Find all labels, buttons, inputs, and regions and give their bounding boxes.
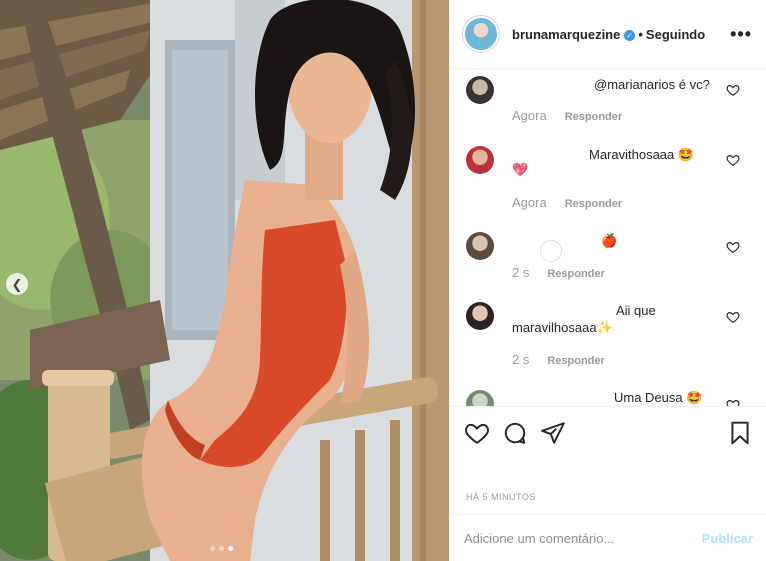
bookmark-icon[interactable] — [727, 420, 753, 446]
author-line: brunamarquezine ✓ • Seguindo — [512, 27, 705, 42]
comments-list[interactable]: @marianarios é vc? Agora Responder Marav… — [450, 70, 766, 406]
comment-like-heart-icon[interactable] — [726, 83, 740, 97]
publish-button[interactable]: Publicar — [702, 531, 753, 546]
author-avatar[interactable] — [463, 16, 499, 52]
comment-time: 2 s — [512, 352, 530, 367]
reply-link[interactable]: Responder — [565, 198, 622, 210]
carousel-indicator — [210, 546, 233, 551]
commenter-avatar[interactable] — [466, 76, 494, 104]
comment-text: Aii que — [616, 303, 656, 318]
commenter-avatar[interactable] — [466, 302, 494, 330]
post-photo[interactable]: ❮ — [0, 0, 449, 561]
carousel-dot — [219, 546, 224, 551]
commenter-avatar[interactable] — [466, 146, 494, 174]
post-side-panel: brunamarquezine ✓ • Seguindo ••• @marianari… — [449, 0, 766, 561]
comment-text: @marianarios é vc? — [594, 77, 710, 92]
comment-meta: 2 s Responder — [512, 352, 605, 367]
comment-meta: Agora Responder — [512, 108, 622, 123]
comment-like-heart-icon[interactable] — [726, 398, 740, 406]
add-comment-input[interactable] — [464, 530, 702, 546]
follow-status-button[interactable]: Seguindo — [646, 27, 705, 42]
header-separator: • — [638, 26, 643, 42]
verified-badge-icon: ✓ — [624, 29, 636, 41]
comment-time: Agora — [512, 195, 547, 210]
heart-icon[interactable] — [464, 420, 490, 446]
photo-illustration — [0, 0, 449, 561]
comment-text-continued: maravilhosaaa✨ — [512, 320, 613, 335]
commenter-avatar[interactable] — [466, 390, 494, 406]
reply-link[interactable]: Responder — [565, 111, 622, 123]
more-options-icon[interactable]: ••• — [730, 24, 752, 45]
commenter-avatar[interactable] — [466, 232, 494, 260]
post-modal: ❮ brunamarquezine ✓ • Seguindo ••• @mariana… — [0, 0, 766, 561]
post-timestamp: HÁ 5 MINUTOS — [466, 492, 536, 502]
comment-text: Maravithosaaa 🤩 — [589, 147, 695, 162]
post-header: brunamarquezine ✓ • Seguindo ••• — [450, 0, 766, 69]
comment-like-heart-icon[interactable] — [726, 310, 740, 324]
carousel-dot-active — [228, 546, 233, 551]
reply-link[interactable]: Responder — [547, 355, 604, 367]
comment-like-heart-icon[interactable] — [726, 240, 740, 254]
comment-time: Agora — [512, 108, 547, 123]
loading-spinner-icon — [540, 240, 562, 262]
carousel-previous-button[interactable]: ❮ — [6, 273, 28, 295]
carousel-dot — [210, 546, 215, 551]
author-username[interactable]: brunamarquezine — [512, 27, 620, 42]
post-actions-bar — [450, 406, 766, 458]
comment-bubble-icon[interactable] — [502, 420, 528, 446]
chevron-left-icon: ❮ — [11, 276, 23, 292]
add-comment-bar: Publicar — [450, 514, 766, 561]
comment-meta: 2 s Responder — [512, 265, 605, 280]
comment-text: 🍎 — [601, 233, 618, 248]
comment-text: Uma Deusa 🤩 — [614, 390, 703, 405]
comment-time: 2 s — [512, 265, 530, 280]
comment-like-heart-icon[interactable] — [726, 153, 740, 167]
paper-plane-icon[interactable] — [540, 420, 566, 446]
comment-meta: Agora Responder — [512, 195, 622, 210]
reply-link[interactable]: Responder — [547, 268, 604, 280]
comment-emoji: 💖 — [512, 162, 529, 177]
